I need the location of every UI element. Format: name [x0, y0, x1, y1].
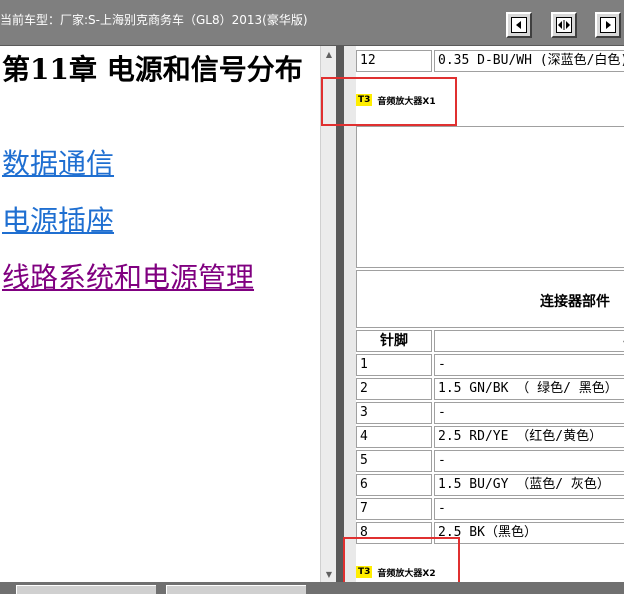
wire-cell: -: [434, 498, 624, 520]
bottom-tab[interactable]: [16, 585, 156, 594]
pane-left-button[interactable]: [506, 12, 532, 38]
pin-cell: 3: [356, 402, 432, 424]
chapter-title: 第11章 电源和信号分布: [2, 53, 303, 86]
table-row: 7 -: [356, 498, 624, 520]
pane-split-icon: [556, 17, 572, 33]
scroll-up-icon[interactable]: ▲: [321, 46, 337, 62]
wire-cell: 2.5 RD/YE （红色/黄色）: [434, 426, 624, 448]
link-data-communication[interactable]: 数据通信: [2, 146, 114, 182]
wire-cell: -: [434, 402, 624, 424]
wire-cell: 0.35 D-BU/WH (深蓝色/白色): [434, 50, 624, 72]
table-row: 12 0.35 D-BU/WH (深蓝色/白色): [356, 50, 624, 72]
pin-cell: 5: [356, 450, 432, 472]
wire-cell: -: [434, 450, 624, 472]
wire-header: 导线: [434, 330, 624, 352]
connector-image-placeholder: [356, 126, 624, 268]
table-row: 6 1.5 BU/GY （蓝色/ 灰色）: [356, 474, 624, 496]
pane-split-button[interactable]: [551, 12, 577, 38]
link-wiring-power-management[interactable]: 线路系统和电源管理: [2, 260, 254, 296]
table-row: 4 2.5 RD/YE （红色/黄色）: [356, 426, 624, 448]
vehicle-model-title: 当前车型：厂家:S-上海别克商务车（GL8）2013(豪华版): [0, 13, 308, 27]
wire-cell: 2.5 BK（黑色）: [434, 522, 624, 544]
title-bar: 当前车型：厂家:S-上海别克商务车（GL8）2013(豪华版): [0, 0, 624, 46]
table-header-row: 针脚 导线: [356, 330, 624, 352]
pin-cell: 12: [356, 50, 432, 72]
pane-left-icon: [511, 17, 527, 33]
right-document-pane: 12 0.35 D-BU/WH (深蓝色/白色) T3 音频放大器X1 连接器部…: [344, 46, 624, 582]
table-row: 1 -: [356, 354, 624, 376]
wire-cell: 1.5 BU/GY （蓝色/ 灰色）: [434, 474, 624, 496]
wire-cell: -: [434, 354, 624, 376]
pane-right-icon: [600, 17, 616, 33]
pin-cell: 6: [356, 474, 432, 496]
left-scrollbar[interactable]: ▲ ▼: [320, 46, 336, 582]
pin-cell: 4: [356, 426, 432, 448]
pane-divider[interactable]: [336, 46, 344, 582]
pin-header: 针脚: [356, 330, 432, 352]
left-navigation-pane: 第11章 电源和信号分布 数据通信 电源插座 线路系统和电源管理: [0, 46, 320, 582]
link-power-outlet[interactable]: 电源插座: [2, 203, 114, 239]
pin-cell: 7: [356, 498, 432, 520]
pane-right-button[interactable]: [595, 12, 621, 38]
table-row: 3 -: [356, 402, 624, 424]
bottom-tab[interactable]: [166, 585, 306, 594]
connector-document: 12 0.35 D-BU/WH (深蓝色/白色) T3 音频放大器X1 连接器部…: [356, 46, 624, 582]
annotation-box-x2: [343, 537, 460, 586]
pin-cell: 2: [356, 378, 432, 400]
scroll-down-icon[interactable]: ▼: [321, 566, 337, 582]
table-row: 2 1.5 GN/BK （ 绿色/ 黑色）: [356, 378, 624, 400]
pin-cell: 1: [356, 354, 432, 376]
section-heading: 连接器部件: [540, 294, 610, 310]
annotation-box-x1: [321, 77, 457, 126]
table-row: 5 -: [356, 450, 624, 472]
wire-cell: 1.5 GN/BK （ 绿色/ 黑色）: [434, 378, 624, 400]
